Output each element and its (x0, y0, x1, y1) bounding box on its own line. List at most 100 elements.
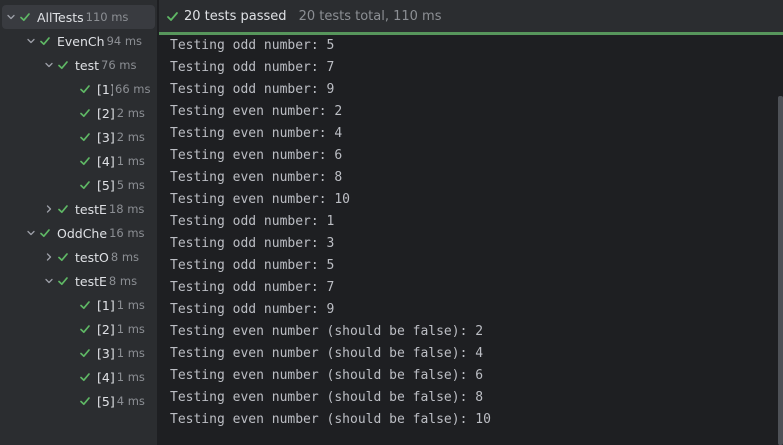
test-duration: 4 ms (116, 394, 145, 408)
test-tree-row[interactable]: AllTests 110 ms (2, 5, 155, 29)
test-duration: 1 ms (116, 370, 145, 384)
check-icon (78, 298, 92, 312)
check-icon (78, 394, 92, 408)
test-name: [5] (97, 177, 115, 193)
chevron-down-icon[interactable] (24, 226, 38, 240)
check-icon (164, 9, 180, 25)
test-tree-row[interactable]: [3] 2 ms (0, 125, 157, 149)
test-tree-panel[interactable]: AllTests 110 ms EvenCh 94 ms test 76 ms [1] 66 … (0, 0, 157, 445)
test-tree-row[interactable]: [1] 66 ms (0, 77, 157, 101)
test-tree-row[interactable]: [2] 2 ms (0, 101, 157, 125)
test-duration: 94 ms (106, 34, 143, 48)
test-duration: 66 ms (115, 82, 151, 96)
tests-total-label: 20 tests total, 110 ms (298, 9, 442, 24)
test-duration: 5 ms (116, 178, 145, 192)
test-name: testO (75, 249, 109, 265)
test-tree-row[interactable]: test 76 ms (0, 53, 157, 77)
test-duration: 1 ms (116, 346, 145, 360)
test-name: [3] (97, 129, 115, 145)
test-tree-row[interactable]: [3] 1 ms (0, 341, 157, 365)
test-tree-row[interactable]: testE 8 ms (0, 269, 157, 293)
test-tree-row[interactable]: EvenCh 94 ms (0, 29, 157, 53)
test-name: EvenCh (57, 33, 105, 49)
test-duration: 1 ms (116, 154, 145, 168)
output-line: Testing even number: 10 (170, 192, 351, 207)
check-icon (56, 58, 70, 72)
check-icon (18, 10, 32, 24)
output-line: Testing even number: 2 (170, 104, 343, 119)
chevron-down-icon[interactable] (42, 58, 56, 72)
test-tree-row[interactable]: [5] 4 ms (0, 389, 157, 413)
check-icon (78, 178, 92, 192)
console-output[interactable]: Testing odd number: 5 Testing odd number:… (170, 35, 770, 431)
check-icon (38, 226, 52, 240)
check-icon (78, 82, 92, 96)
test-name: [4] (97, 369, 115, 385)
tests-passed-label: 20 tests passed (184, 9, 287, 24)
test-duration: 2 ms (116, 106, 145, 120)
test-tree-row[interactable]: [5] 5 ms (0, 173, 157, 197)
chevron-right-icon[interactable] (42, 250, 56, 264)
test-name: [1] (97, 297, 115, 313)
console-scrollbar[interactable] (778, 96, 783, 445)
test-duration: 1 ms (116, 298, 145, 312)
chevron-down-icon[interactable] (24, 34, 38, 48)
test-duration: 16 ms (109, 226, 145, 240)
check-icon (78, 346, 92, 360)
console-panel: 20 tests passed 20 tests total, 110 ms T… (159, 0, 783, 445)
test-tree-row[interactable]: [1] 1 ms (0, 293, 157, 317)
output-line: Testing even number (should be false): 4 (170, 346, 484, 361)
test-name: testE (75, 273, 107, 289)
test-name: [4] (97, 153, 115, 169)
output-line: Testing odd number: 9 (170, 302, 335, 317)
test-name: [3] (97, 345, 115, 361)
chevron-down-icon[interactable] (4, 10, 18, 24)
test-name: [5] (97, 393, 115, 409)
output-line: Testing even number: 6 (170, 148, 343, 163)
output-line: Testing even number (should be false): 1… (170, 412, 491, 427)
test-duration: 2 ms (116, 130, 145, 144)
test-name: [1] (97, 81, 113, 97)
test-duration: 18 ms (108, 202, 145, 216)
output-line: Testing odd number: 7 (170, 60, 335, 75)
test-tree-row[interactable]: OddChe 16 ms (0, 221, 157, 245)
output-line: Testing even number (should be false): 8 (170, 390, 484, 405)
check-icon (56, 250, 70, 264)
check-icon (78, 154, 92, 168)
test-runner-window: AllTests 110 ms EvenCh 94 ms test 76 ms [1] 66 … (0, 0, 783, 445)
test-tree-row[interactable]: [4] 1 ms (0, 149, 157, 173)
check-icon (78, 370, 92, 384)
output-line: Testing odd number: 3 (170, 236, 335, 251)
chevron-down-icon[interactable] (42, 274, 56, 288)
check-icon (56, 202, 70, 216)
test-tree-row[interactable]: testE 18 ms (0, 197, 157, 221)
test-duration: 8 ms (110, 250, 140, 264)
chevron-right-icon[interactable] (42, 202, 56, 216)
output-line: Testing odd number: 7 (170, 280, 335, 295)
output-line: Testing even number (should be false): 2 (170, 324, 484, 339)
test-name: [2] (97, 105, 115, 121)
test-duration: 76 ms (101, 58, 137, 72)
test-status-bar: 20 tests passed 20 tests total, 110 ms (159, 0, 783, 33)
output-line: Testing odd number: 1 (170, 214, 335, 229)
test-tree-row[interactable]: testO 8 ms (0, 245, 157, 269)
test-tree-row[interactable]: [4] 1 ms (0, 365, 157, 389)
output-line: Testing odd number: 5 (170, 258, 335, 273)
test-duration: 1 ms (116, 322, 145, 336)
test-duration: 110 ms (85, 10, 129, 24)
test-name: testE (75, 201, 107, 217)
test-name: test (75, 57, 100, 73)
test-name: [2] (97, 321, 115, 337)
test-duration: 8 ms (108, 274, 138, 288)
test-name: AllTests (37, 9, 84, 25)
output-line: Testing odd number: 5 (170, 38, 335, 53)
test-tree-row[interactable]: [2] 1 ms (0, 317, 157, 341)
